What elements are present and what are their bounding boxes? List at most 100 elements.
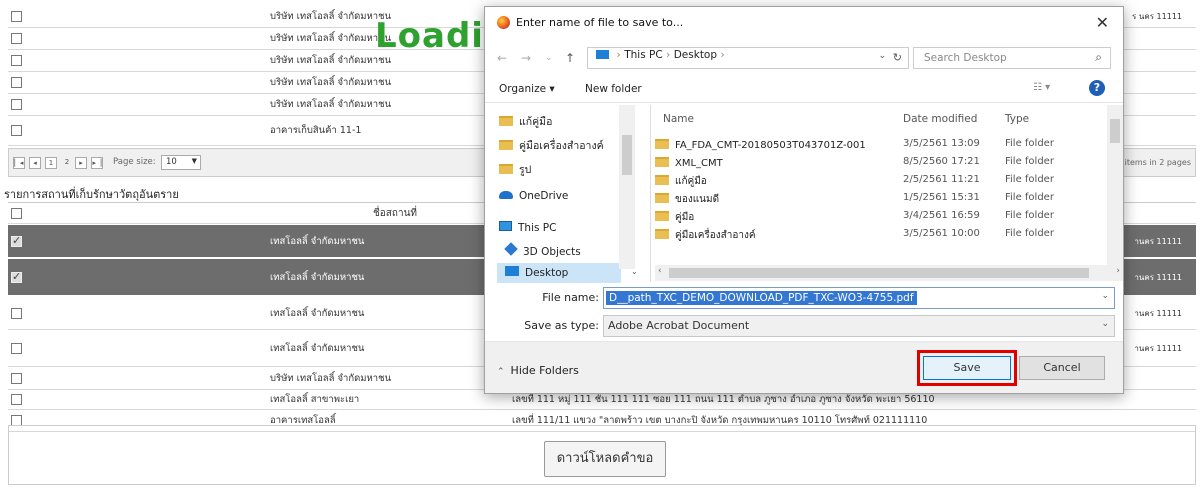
scroll-right-icon[interactable]: › <box>1116 266 1120 276</box>
row-name: เทสโอลลิ์ จำกัดมหาชน <box>270 235 365 247</box>
folder-icon <box>499 116 513 126</box>
organize-button[interactable]: Organize ▾ <box>499 83 555 95</box>
file-row[interactable]: ของแนมดี 1/5/2561 15:31 File folder <box>655 192 1105 210</box>
nav-item-folder[interactable]: รูป <box>499 161 531 181</box>
row-name: บริษัท เทสโอลลิ์ จำกัดมหาชน <box>270 99 392 110</box>
nav-item-onedrive[interactable]: OneDrive <box>499 190 568 210</box>
page-size-select[interactable]: 10 ▼ <box>161 155 201 170</box>
file-row[interactable]: คู่มือเครื่องสำอางค์ 3/5/2561 10:00 File… <box>655 228 1105 246</box>
nav-item-this-pc[interactable]: This PC <box>499 221 556 241</box>
file-row[interactable]: FA_FDA_CMT-20180503T043701Z-001 3/5/2561… <box>655 138 1105 156</box>
onedrive-icon <box>499 191 513 199</box>
folder-icon <box>655 193 669 203</box>
chevron-down-icon: ⌄ <box>1101 319 1109 329</box>
search-icon[interactable]: ⌕ <box>1095 50 1102 65</box>
close-icon[interactable]: ✕ <box>1096 13 1109 32</box>
row-checkbox[interactable] <box>11 33 22 44</box>
row-checkbox[interactable] <box>11 343 22 354</box>
nav-item-folder[interactable]: แก้คู่มือ <box>499 113 552 133</box>
column-name[interactable]: Name <box>663 113 694 125</box>
firefox-icon <box>497 16 510 29</box>
page-size-value: 10 <box>166 157 177 167</box>
file-list-header: Name Date modified Type <box>655 107 1105 131</box>
chevron-up-icon: ⌃ <box>497 367 505 377</box>
scroll-left-icon[interactable]: ‹ <box>658 266 662 276</box>
row-checkbox[interactable] <box>11 125 22 136</box>
first-page-icon[interactable]: ▏◂ <box>13 157 25 169</box>
row-checkbox[interactable] <box>11 373 22 384</box>
chevron-down-icon[interactable]: ⌄ <box>1101 291 1109 301</box>
horizontal-scrollbar[interactable]: ‹ › <box>655 265 1123 281</box>
nav-scroll-thumb[interactable] <box>622 135 632 175</box>
row-name: เทสโอลลิ์ จำกัดมหาชน <box>270 307 365 319</box>
next-page-icon[interactable]: ▸ <box>75 157 87 169</box>
row-checkbox[interactable] <box>11 394 22 405</box>
file-list-scroll-thumb[interactable] <box>1110 119 1120 143</box>
select-all-checkbox[interactable] <box>11 207 22 219</box>
file-row[interactable]: XML_CMT 8/5/2560 17:21 File folder <box>655 156 1105 174</box>
file-row[interactable]: แก้คู่มือ 2/5/2561 11:21 File folder <box>655 174 1105 192</box>
new-folder-button[interactable]: New folder <box>585 83 642 95</box>
refresh-icon[interactable]: ↻ <box>893 51 902 64</box>
last-page-icon[interactable]: ▸▕ <box>91 157 103 169</box>
chevron-down-icon: ▼ <box>191 157 197 165</box>
page-1-button[interactable]: 1 <box>45 157 57 169</box>
nav-item-3d-objects[interactable]: 3D Objects <box>504 242 581 263</box>
help-icon[interactable]: ? <box>1089 80 1105 96</box>
row-checkbox[interactable] <box>11 270 22 283</box>
save-button[interactable]: Save <box>923 356 1011 380</box>
prev-page-icon[interactable]: ◂ <box>29 157 41 169</box>
nav-item-desktop[interactable]: Desktop <box>497 263 621 283</box>
row-name: บริษัท เทสโอลลิ์ จำกัดมหาชน <box>270 373 392 384</box>
items-count: items in 2 pages <box>1124 158 1191 167</box>
row-right-text: านคร 11111 <box>1134 308 1182 318</box>
up-arrow-icon[interactable]: ↑ <box>565 51 575 65</box>
column-date-modified[interactable]: Date modified <box>903 113 977 125</box>
navigation-bar: ← → ⌄ ↑ › This PC › Desktop › ⌄ ↻ Search… <box>485 43 1123 73</box>
desktop-icon <box>505 266 519 276</box>
file-list-scrollbar[interactable] <box>1107 105 1123 265</box>
row-right-text: ร นคร 11111 <box>1132 12 1182 21</box>
row-name: อาคารเก็บสินค้า 11-1 <box>270 125 362 136</box>
column-header-name: ชื่อสถานที่ <box>373 207 417 219</box>
download-request-button[interactable]: ดาวน์โหลดคำขอ <box>544 441 666 477</box>
horizontal-scroll-thumb[interactable] <box>669 268 1089 278</box>
computer-icon <box>596 50 609 59</box>
save-type-select[interactable]: Adobe Acrobat Document ⌄ <box>603 315 1115 337</box>
cancel-button[interactable]: Cancel <box>1019 356 1105 380</box>
row-checkbox[interactable] <box>11 234 22 247</box>
nav-item-folder[interactable]: คู่มือเครื่องสำอางค์ <box>499 137 604 157</box>
row-checkbox[interactable] <box>11 55 22 66</box>
file-row[interactable]: คู่มือ 3/4/2561 16:59 File folder <box>655 210 1105 228</box>
breadcrumb-desktop[interactable]: Desktop <box>674 49 717 61</box>
file-name-label: File name: <box>542 291 599 304</box>
file-name-value: D__path_TXC_DEMO_DOWNLOAD_PDF_TXC-WO3-47… <box>606 291 917 305</box>
row-checkbox[interactable] <box>11 11 22 22</box>
cube-icon <box>504 242 518 256</box>
back-arrow-icon[interactable]: ← <box>497 51 507 65</box>
column-type[interactable]: Type <box>1005 113 1029 125</box>
page-2-button[interactable]: 2 <box>61 157 73 169</box>
file-name-input[interactable]: D__path_TXC_DEMO_DOWNLOAD_PDF_TXC-WO3-47… <box>603 287 1115 309</box>
row-right-text: านคร 11111 <box>1134 344 1182 353</box>
dialog-footer: ⌃ Hide Folders Save Cancel <box>485 341 1123 393</box>
row-checkbox[interactable] <box>11 307 22 319</box>
row-name: เทสโอลลิ์ จำกัดมหาชน <box>270 271 365 283</box>
folder-icon <box>499 140 513 150</box>
forward-arrow-icon[interactable]: → <box>521 51 531 65</box>
breadcrumb-this-pc[interactable]: This PC <box>624 49 662 61</box>
row-checkbox[interactable] <box>11 99 22 110</box>
row-checkbox[interactable] <box>11 77 22 88</box>
row-name: บริษัท เทสโอลลิ์ จำกัดมหาชน <box>270 11 392 22</box>
address-bar[interactable]: › This PC › Desktop › ⌄ ↻ <box>587 47 909 69</box>
address-dropdown-icon[interactable]: ⌄ <box>878 51 886 61</box>
recent-chevron-icon[interactable]: ⌄ <box>545 53 553 63</box>
view-options-icon[interactable]: ☷ ▾ <box>1033 82 1050 93</box>
folder-icon <box>499 164 513 174</box>
nav-scrollbar[interactable] <box>619 105 635 269</box>
hide-folders-button[interactable]: ⌃ Hide Folders <box>497 364 579 377</box>
search-box[interactable]: Search Desktop ⌕ <box>913 47 1111 69</box>
save-type-label: Save as type: <box>524 319 599 332</box>
row-name: บริษัท เทสโอลลิ์ จำกัดมหาชน <box>270 33 392 44</box>
folder-icon <box>655 157 669 167</box>
